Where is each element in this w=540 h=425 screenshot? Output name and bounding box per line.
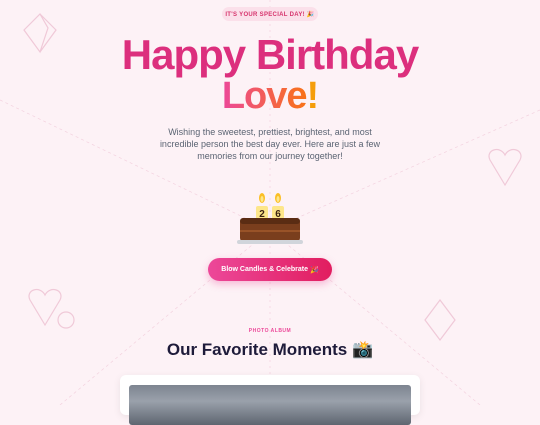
- album-section-title: Our Favorite Moments 📸: [166, 340, 374, 359]
- photo-album-kicker: PHOTO ALBUM: [248, 328, 292, 334]
- candle-flame-icon: [259, 193, 281, 203]
- blow-candles-button[interactable]: Blow Candles & Celebrate 🎉: [208, 258, 332, 281]
- party-popper-icon: 🎉: [310, 266, 319, 274]
- photo-image: [129, 385, 411, 425]
- blow-candles-label: Blow Candles & Celebrate: [221, 266, 309, 273]
- title-love-word: Love: [221, 75, 308, 117]
- birthday-cake-icon: 2 6: [237, 193, 303, 244]
- photo-card[interactable]: [120, 375, 420, 425]
- hero-subtitle: Wishing the sweetest, prettiest, brighte…: [159, 127, 381, 161]
- page-title: Happy Birthday: [121, 31, 419, 78]
- title-exclamation: !: [306, 75, 320, 117]
- special-day-badge: IT'S YOUR SPECIAL DAY! 🎉: [222, 7, 318, 21]
- page-title-line2: Love!: [0, 77, 540, 115]
